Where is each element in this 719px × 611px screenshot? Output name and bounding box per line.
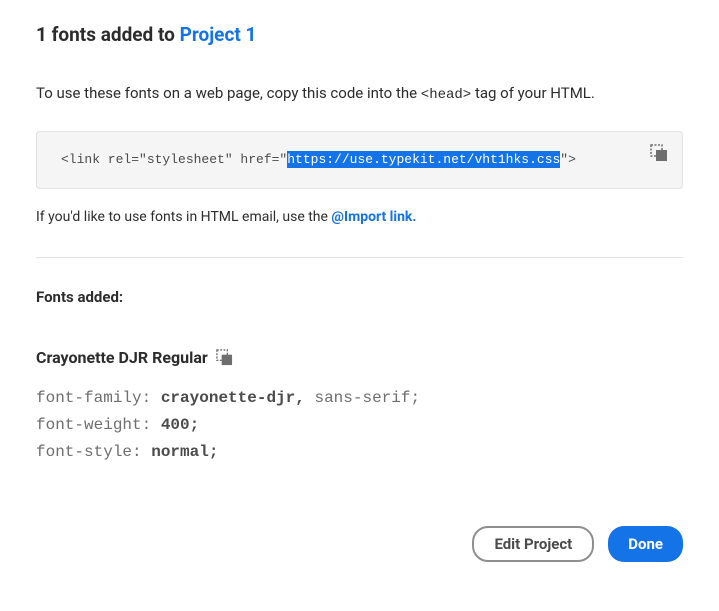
button-row: Edit Project Done <box>36 526 683 562</box>
copy-css-icon[interactable] <box>216 349 233 366</box>
css-weight-value: 400; <box>161 416 199 434</box>
import-link[interactable]: @Import link. <box>331 209 416 225</box>
code-suffix: "> <box>560 152 576 167</box>
done-button[interactable]: Done <box>608 526 683 562</box>
heading-prefix: 1 fonts added to <box>36 23 180 46</box>
project-link[interactable]: Project 1 <box>180 23 257 46</box>
css-family-value: crayonette-djr, <box>161 389 305 407</box>
embed-code-block[interactable]: <link rel="stylesheet" href="https://use… <box>36 131 683 189</box>
font-name-row: Crayonette DJR Regular <box>36 348 683 367</box>
css-style-value: normal; <box>151 443 218 461</box>
email-note-prefix: If you'd like to use fonts in HTML email… <box>36 209 331 225</box>
copy-code-icon[interactable] <box>650 144 668 162</box>
page-heading: 1 fonts added to Project 1 <box>36 23 683 46</box>
font-name: Crayonette DJR Regular <box>36 348 208 367</box>
css-family-fallback: sans-serif; <box>305 389 420 407</box>
section-divider <box>36 257 683 258</box>
head-tag-code: <head> <box>421 87 471 103</box>
css-font-weight-line: font-weight: 400; <box>36 412 683 439</box>
code-prefix: <link rel="stylesheet" href=" <box>61 152 287 167</box>
instruction-prefix: To use these fonts on a web page, copy t… <box>36 84 421 102</box>
edit-project-button[interactable]: Edit Project <box>472 526 594 562</box>
css-font-style-line: font-style: normal; <box>36 439 683 466</box>
fonts-added-label: Fonts added: <box>36 288 683 306</box>
email-note: If you'd like to use fonts in HTML email… <box>36 209 683 225</box>
css-family-key: font-family: <box>36 389 161 407</box>
css-font-family-line: font-family: crayonette-djr, sans-serif; <box>36 385 683 412</box>
css-properties: font-family: crayonette-djr, sans-serif;… <box>36 385 683 467</box>
css-weight-key: font-weight: <box>36 416 161 434</box>
instruction-suffix: tag of your HTML. <box>471 84 595 102</box>
instruction-text: To use these fonts on a web page, copy t… <box>36 84 683 103</box>
css-style-key: font-style: <box>36 443 151 461</box>
code-url-highlight: https://use.typekit.net/vht1hks.css <box>287 151 560 168</box>
